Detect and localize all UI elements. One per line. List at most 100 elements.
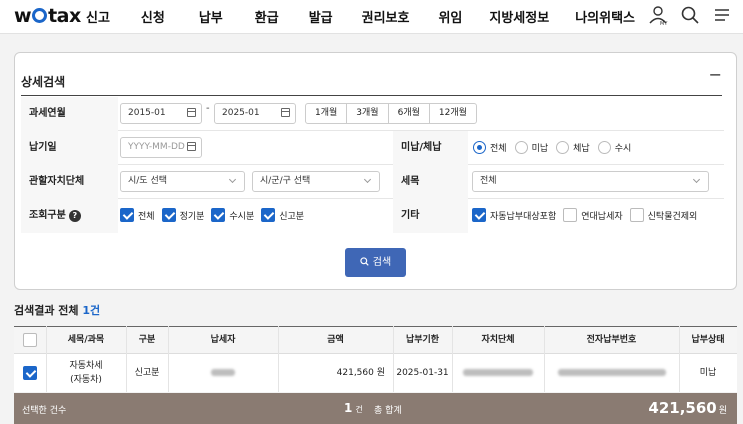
radio-occasional[interactable]: 수시	[597, 141, 631, 154]
menu-item-local-tax-info[interactable]: 지방세정보	[489, 7, 549, 26]
menu-item-issue[interactable]: 발급	[309, 7, 333, 26]
col-payment-status: 납부상태	[691, 335, 725, 345]
detailed-search-title: 상세검색	[21, 75, 66, 89]
calendar-icon[interactable]	[187, 142, 196, 151]
help-icon[interactable]: ?	[68, 210, 81, 222]
radio-circle-selected[interactable]	[473, 141, 486, 154]
menu-item-apply[interactable]: 신청	[141, 7, 165, 26]
menu-item-pay[interactable]: 납부	[199, 7, 223, 26]
period-1-month-button[interactable]: 1개월	[306, 104, 348, 123]
query-type-checkboxes: 전체 정기분 수시분 신고분	[120, 208, 304, 222]
row-region: 관할자치단체 시/도 선택 시/군/구 선택 세목 전체	[21, 165, 724, 199]
checkbox-checked[interactable]	[161, 208, 176, 222]
checkbox-occasional[interactable]: 수시분	[211, 208, 254, 222]
row-checkbox-checked[interactable]	[23, 365, 37, 380]
selection-summary-bar: 선택한 건수 1건 총 합계 421,560 원	[14, 393, 737, 424]
detailed-search-panel: 상세검색 − 과세연월 2015-01 - 2025-01 1개월 3개월 6개…	[14, 52, 737, 290]
checkbox-declared[interactable]: 신고분	[261, 208, 304, 222]
collapse-icon[interactable]: −	[709, 65, 722, 84]
radio-all-label: 전체	[490, 144, 507, 154]
header-icons: MY	[647, 4, 733, 30]
due-date-input[interactable]: YYYY-MM-DD	[120, 137, 202, 158]
table-header: 세목/과목 구분 납세자 금액 납부기한 자치단체 전자납부번호 납부상태	[14, 326, 737, 354]
search-button[interactable]: 검색	[345, 248, 406, 277]
checkbox-checked[interactable]	[120, 208, 134, 222]
radio-overdue[interactable]: 체납	[556, 141, 590, 154]
radio-circle[interactable]	[556, 141, 570, 154]
calendar-icon[interactable]	[187, 108, 196, 117]
top-navigation-bar: w tax 신고 신청 납부 환급 발급 권리보호 위임 지방세정보 나의위택스 …	[0, 0, 743, 34]
sigungu-select-value: 시/군/구 선택	[260, 176, 311, 186]
radio-circle[interactable]	[514, 141, 528, 154]
checkbox-unchecked[interactable]	[563, 208, 578, 222]
sigungu-select[interactable]: 시/군/구 선택	[252, 171, 380, 192]
row-taxpayer-masked	[168, 354, 278, 392]
etc-label: 기타	[393, 199, 468, 233]
checkbox-exclude-trust-label: 신탁물건제외	[647, 211, 698, 222]
my-page-icon[interactable]: MY	[647, 4, 669, 30]
col-amount: 금액	[327, 335, 344, 345]
checkbox-regular-label: 정기분	[179, 211, 205, 222]
checkbox-checked[interactable]	[472, 208, 486, 222]
menu-item-rights[interactable]: 권리보호	[362, 7, 410, 26]
select-all-checkbox[interactable]	[23, 332, 37, 347]
col-divider	[452, 326, 453, 392]
checkbox-checked[interactable]	[211, 208, 226, 222]
tax-item-select-value: 전체	[480, 176, 497, 186]
row-query-type: 조회구분? 전체 정기분 수시분 신고분 기타 자동납부대상포함 연대납세자 신…	[21, 199, 724, 233]
col-divider	[168, 326, 169, 392]
checkbox-all[interactable]: 전체	[120, 208, 155, 222]
col-kind: 구분	[138, 335, 156, 345]
redacted-local-government	[463, 369, 533, 376]
period-from-input[interactable]: 2015-01	[120, 103, 202, 124]
period-12-month-button[interactable]: 12개월	[430, 104, 476, 123]
period-to-input[interactable]: 2025-01	[214, 103, 296, 124]
menu-item-refund[interactable]: 환급	[255, 7, 279, 26]
selected-count-label: 선택한 건수	[22, 406, 67, 416]
menu-item-report[interactable]: 신고	[86, 7, 110, 26]
checkbox-exclude-trust[interactable]: 신탁물건제외	[629, 208, 698, 222]
calendar-icon[interactable]	[281, 108, 290, 117]
logo-text-w: w	[14, 5, 32, 27]
checkbox-all-label: 전체	[138, 211, 155, 222]
search-icon	[360, 257, 369, 266]
my-page-label: MY	[660, 21, 668, 26]
menu-item-my-wetax[interactable]: 나의위택스	[575, 7, 635, 26]
checkbox-checked[interactable]	[261, 208, 276, 222]
total-amount-label: 총 합계	[374, 406, 402, 416]
checkbox-joint-taxpayer-label: 연대납세자	[581, 211, 623, 222]
checkbox-occasional-label: 수시분	[229, 211, 255, 222]
checkbox-regular[interactable]: 정기분	[161, 208, 205, 222]
menu-icon[interactable]	[711, 4, 733, 30]
chevron-down-icon	[692, 175, 701, 184]
radio-circle[interactable]	[597, 141, 611, 154]
wetax-logo[interactable]: w tax	[14, 5, 81, 27]
period-3-month-button[interactable]: 3개월	[347, 104, 389, 123]
main-menu: 신고 신청 납부 환급 발급 권리보호 위임 지방세정보 나의위택스	[86, 7, 635, 26]
checkbox-unchecked[interactable]	[629, 208, 644, 222]
selected-count-unit: 건	[355, 405, 363, 414]
search-icon[interactable]	[679, 4, 701, 30]
col-local-government: 자치단체	[481, 335, 515, 345]
col-divider	[393, 326, 394, 392]
radio-unpaid-label: 미납	[531, 144, 549, 154]
period-separator: -	[206, 103, 210, 114]
radio-unpaid[interactable]: 미납	[514, 141, 549, 154]
table-row[interactable]: 자동차세 (자동차) 신고분 421,560 원 2025-01-31 미납	[14, 354, 737, 392]
period-6-month-button[interactable]: 6개월	[389, 104, 430, 123]
redacted-taxpayer	[211, 369, 235, 376]
row-due-date: 2025-01-31	[396, 368, 449, 378]
col-divider	[46, 326, 47, 392]
query-type-label-text: 조회구분	[29, 210, 66, 221]
header-select-cell	[22, 327, 38, 354]
tax-item-select[interactable]: 전체	[472, 171, 709, 192]
checkbox-joint-taxpayer[interactable]: 연대납세자	[563, 208, 623, 222]
checkbox-auto-payment[interactable]: 자동납부대상포함	[472, 208, 556, 222]
radio-all[interactable]: 전체	[473, 141, 507, 154]
sido-select[interactable]: 시/도 선택	[120, 171, 245, 192]
col-divider	[544, 326, 545, 392]
col-divider	[679, 326, 680, 392]
row-e-payment-number-masked	[544, 354, 679, 392]
sido-select-value: 시/도 선택	[128, 176, 168, 186]
menu-item-delegation[interactable]: 위임	[438, 7, 462, 26]
